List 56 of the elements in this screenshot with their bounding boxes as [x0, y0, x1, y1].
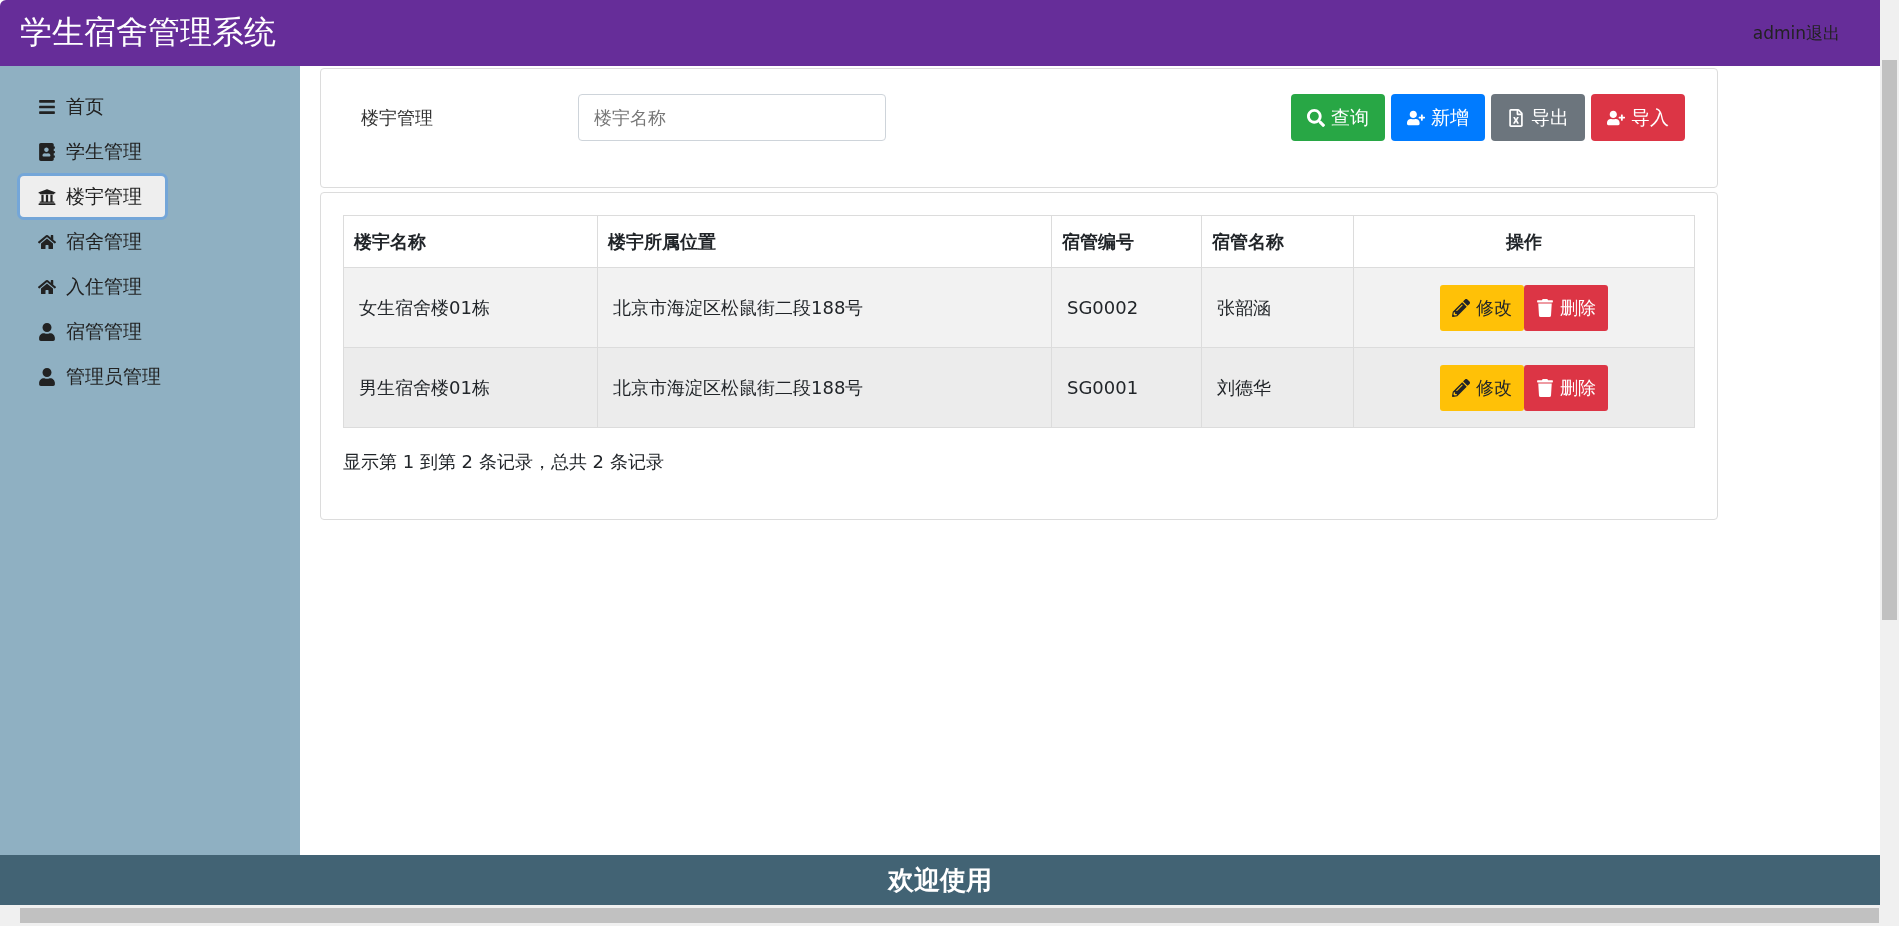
- vertical-scrollbar[interactable]: [1880, 0, 1899, 905]
- table-cell: 北京市海淀区松鼠街二段188号: [597, 267, 1052, 348]
- excel-file-icon: [1507, 108, 1525, 127]
- column-header: 宿管名称: [1201, 215, 1354, 268]
- column-header: 宿管编号: [1051, 215, 1202, 268]
- column-header: 楼宇所属位置: [597, 215, 1052, 268]
- sidebar-item-label: 管理员管理: [66, 363, 161, 389]
- delete-button[interactable]: 删除: [1524, 284, 1608, 331]
- user-plus-icon: [1407, 108, 1425, 127]
- sidebar-item-label: 宿管管理: [66, 318, 142, 344]
- search-field[interactable]: 楼宇名称: [578, 94, 886, 141]
- sidebar-item[interactable]: 学生管理: [20, 131, 165, 172]
- sidebar-item-label: 入住管理: [66, 273, 142, 299]
- house-icon: [38, 232, 56, 251]
- table-cell: SG0001: [1051, 347, 1202, 428]
- sidebar-item-label: 学生管理: [66, 138, 142, 164]
- edit-button[interactable]: 修改: [1440, 364, 1524, 411]
- pagination-summary: 显示第 1 到第 2 条记录，总共 2 条记录: [342, 450, 665, 474]
- table-cell: 女生宿舍楼01栋: [343, 267, 598, 348]
- panel-label: 楼宇管理: [361, 105, 434, 130]
- footer-text: 欢迎使用: [888, 863, 992, 897]
- sidebar-item[interactable]: 管理员管理: [20, 356, 165, 397]
- search-icon: [1307, 108, 1325, 127]
- user-icon: [38, 367, 56, 386]
- table-cell: 男生宿舍楼01栋: [343, 347, 598, 428]
- pencil-icon: [1452, 298, 1470, 317]
- import-button[interactable]: 导入: [1591, 94, 1685, 141]
- trash-icon: [1536, 378, 1554, 397]
- sidebar-item[interactable]: 宿舍管理: [20, 221, 165, 262]
- house-icon: [38, 277, 56, 296]
- export-button[interactable]: 导出: [1491, 94, 1585, 141]
- horizontal-scrollbar[interactable]: [0, 905, 1899, 926]
- column-header: 楼宇名称: [343, 215, 598, 268]
- sidebar-item[interactable]: 入住管理: [20, 266, 165, 307]
- bank-building-icon: [38, 187, 56, 206]
- delete-button[interactable]: 删除: [1524, 364, 1608, 411]
- edit-button[interactable]: 修改: [1440, 284, 1524, 331]
- user-plus-icon: [1607, 108, 1625, 127]
- sidebar-item-label: 楼宇管理: [66, 183, 142, 209]
- menu-icon: [38, 97, 56, 116]
- sidebar-item-label: 宿舍管理: [66, 228, 142, 254]
- pencil-icon: [1452, 378, 1470, 397]
- column-header: 操作: [1353, 215, 1695, 268]
- table-cell: 刘德华: [1201, 347, 1354, 428]
- sidebar-item-label: 首页: [66, 93, 104, 119]
- user-icon: [38, 322, 56, 341]
- app-title: 学生宿舍管理系统: [20, 12, 276, 53]
- sidebar-item[interactable]: 宿管管理: [20, 311, 165, 352]
- sidebar-item[interactable]: 首页: [20, 86, 165, 127]
- sidebar-item[interactable]: 楼宇管理: [20, 176, 165, 217]
- add-button[interactable]: 新增: [1391, 94, 1485, 141]
- table-cell: 北京市海淀区松鼠街二段188号: [597, 347, 1052, 428]
- table-cell: SG0002: [1051, 267, 1202, 348]
- table-cell: 张韶涵: [1201, 267, 1354, 348]
- contact-book-icon: [38, 142, 56, 161]
- trash-icon: [1536, 298, 1554, 317]
